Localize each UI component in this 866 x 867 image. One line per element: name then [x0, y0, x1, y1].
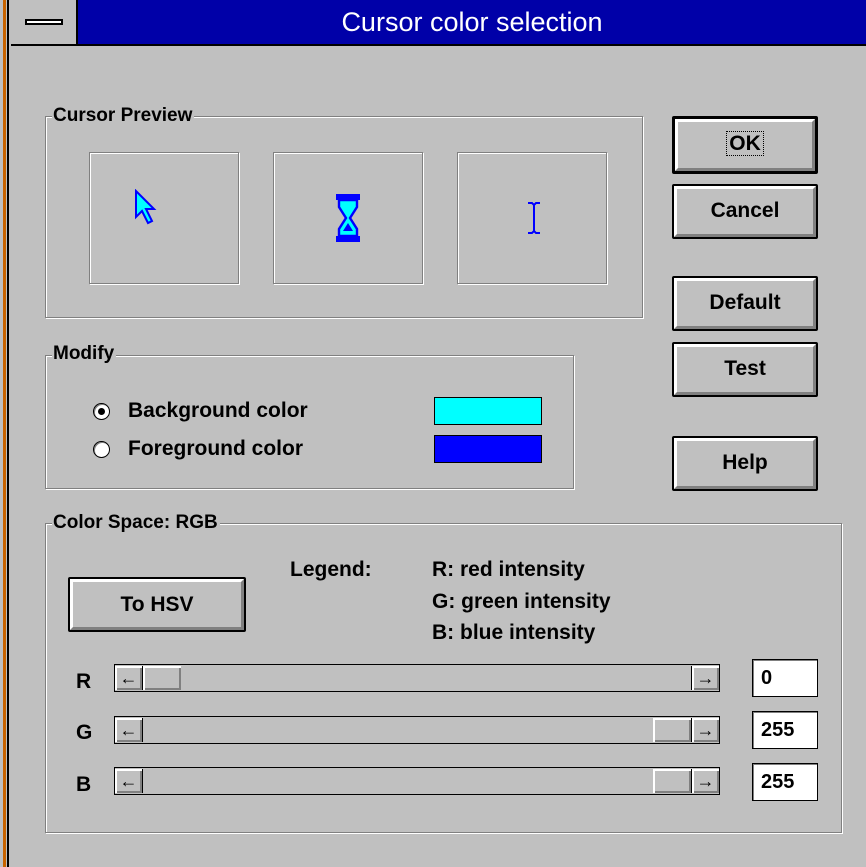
hourglass-cursor-icon: [336, 194, 360, 242]
window-title: Cursor color selection: [341, 7, 603, 37]
legend-r: R: red intensity: [432, 558, 585, 581]
background-color-swatch[interactable]: [434, 397, 542, 425]
channel-b-label: B: [76, 773, 92, 796]
green-scroll-left-arrow-icon[interactable]: ←: [115, 718, 143, 742]
cancel-button[interactable]: Cancel: [672, 184, 818, 239]
background-color-radio[interactable]: [93, 403, 110, 420]
background-color-label[interactable]: Background color: [128, 399, 308, 423]
arrow-cursor-icon: [135, 189, 157, 225]
red-value-field[interactable]: 0: [752, 659, 818, 697]
blue-value-field[interactable]: 255: [752, 763, 818, 801]
green-scroll-right-arrow-icon[interactable]: →: [691, 718, 719, 742]
dialog-window: Cursor color selection Cursor Preview OK…: [0, 0, 866, 867]
green-value-field[interactable]: 255: [752, 711, 818, 749]
preview-arrow: [89, 152, 239, 284]
window-border: [0, 0, 9, 867]
legend-label: Legend:: [290, 558, 372, 581]
legend-b: B: blue intensity: [432, 621, 596, 644]
preview-ibeam: [457, 152, 607, 284]
red-scroll-left-arrow-icon[interactable]: ←: [115, 666, 143, 690]
red-scroll-right-arrow-icon[interactable]: →: [691, 666, 719, 690]
help-button[interactable]: Help: [672, 436, 818, 491]
to-hsv-button[interactable]: To HSV: [68, 577, 246, 632]
channel-r-label: R: [76, 670, 92, 693]
test-button[interactable]: Test: [672, 342, 818, 397]
system-menu-button[interactable]: [11, 0, 78, 44]
foreground-color-label[interactable]: Foreground color: [128, 437, 303, 461]
red-scroll-thumb[interactable]: [143, 666, 181, 690]
title-bar[interactable]: Cursor color selection: [11, 0, 866, 46]
green-scrollbar[interactable]: ← →: [114, 716, 720, 744]
help-button-label: Help: [722, 451, 768, 474]
green-scroll-thumb[interactable]: [653, 718, 691, 742]
cancel-button-label: Cancel: [710, 199, 780, 222]
blue-scrollbar[interactable]: ← →: [114, 767, 720, 795]
foreground-color-swatch[interactable]: [434, 435, 542, 463]
blue-scroll-thumb[interactable]: [653, 769, 691, 793]
ok-button[interactable]: OK: [672, 116, 818, 174]
system-menu-icon: [25, 19, 63, 25]
cursor-preview-label: Cursor Preview: [52, 105, 195, 127]
channel-g-label: G: [76, 721, 93, 744]
default-button-label: Default: [709, 291, 781, 314]
preview-hourglass: [273, 152, 423, 284]
legend-g: G: green intensity: [432, 590, 611, 613]
test-button-label: Test: [724, 357, 766, 380]
modify-label: Modify: [52, 343, 117, 365]
ibeam-cursor-icon: [528, 202, 540, 234]
to-hsv-button-label: To HSV: [120, 593, 194, 616]
foreground-color-radio[interactable]: [93, 441, 110, 458]
ok-button-label: OK: [726, 131, 764, 156]
blue-scroll-left-arrow-icon[interactable]: ←: [115, 769, 143, 793]
default-button[interactable]: Default: [672, 276, 818, 331]
red-scrollbar[interactable]: ← →: [114, 664, 720, 692]
color-space-label: Color Space: RGB: [52, 512, 220, 534]
blue-scroll-right-arrow-icon[interactable]: →: [691, 769, 719, 793]
